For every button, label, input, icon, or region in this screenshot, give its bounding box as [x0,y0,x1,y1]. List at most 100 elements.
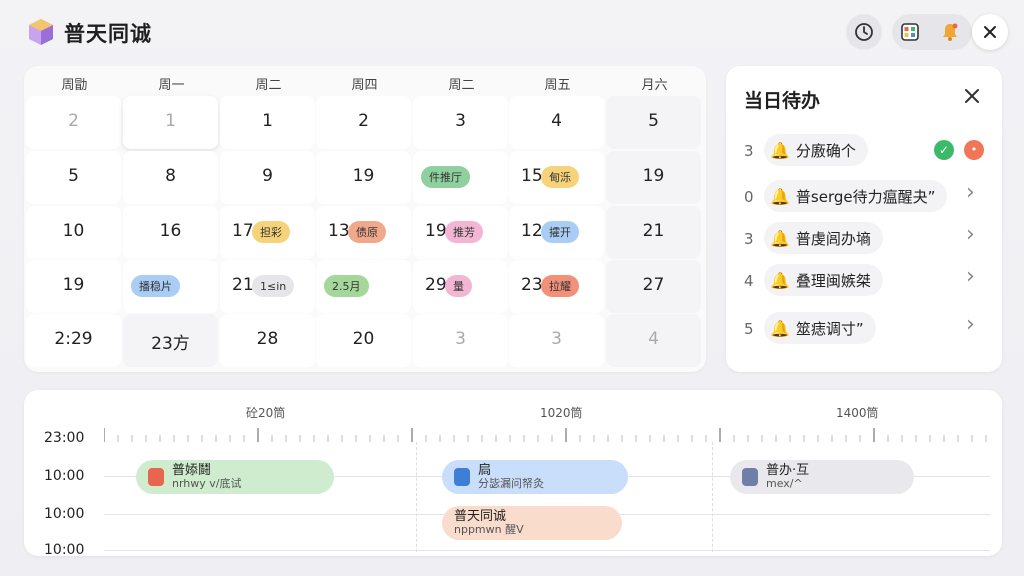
notifications-button[interactable] [932,14,968,50]
chevron-right-icon[interactable]: › [966,264,975,289]
calendar-day-cell[interactable]: 5 [26,151,121,204]
calendar-event-pill[interactable]: 推芳 [445,221,483,243]
bell-icon: 🔔 [770,228,790,248]
calendar-day-cell[interactable]: 3 [413,314,508,367]
calendar-day-cell[interactable]: 9 [220,151,315,204]
calendar-day-cell[interactable]: 2.5月 [316,260,411,313]
calendar-day-cell[interactable]: 21 1≤in [220,260,315,313]
calendar-day-cell[interactable]: 件推厅 [413,151,508,204]
history-button[interactable] [846,14,882,50]
weekday-label: 周二 [255,78,282,93]
calendar-event-pill[interactable]: 债原 [348,221,386,243]
calendar-day-cell[interactable]: 4 [509,96,604,149]
calendar-day-number: 19 [642,166,665,186]
timeline-event-subtitle: 分毖漏问帑灸 [478,477,544,490]
calendar-day-cell[interactable]: 23方 [123,314,218,367]
calendar-day-number: 19 [62,275,85,295]
complete-check-icon[interactable]: ✓ [934,140,954,160]
calendar-day-cell[interactable]: 2 [26,96,121,149]
event-type-icon [454,468,470,486]
calendar-day-cell[interactable]: 17 担彩 [220,206,315,259]
todo-item-label: 分廒确个 [795,141,856,160]
todo-item[interactable]: 3 🔔 分廒确个 ✓ • [726,134,1002,168]
calendar-day-cell[interactable]: 28 [220,314,315,367]
todo-item-pill: 🔔 筮痣调寸” [764,312,876,344]
timeline-row-label: 10:00 [44,506,85,522]
chevron-right-icon[interactable]: › [966,222,975,247]
calendar-event-pill[interactable]: 攉开 [541,221,579,243]
calendar-day-cell[interactable]: 2 [316,96,411,149]
calendar-day-cell[interactable]: 3 [509,314,604,367]
calendar-day-number: 4 [648,329,659,349]
calendar-day-cell[interactable]: 15 甸泺 [509,151,604,204]
chevron-right-icon[interactable]: › [966,180,975,205]
calendar-day-cell[interactable]: 1 [220,96,315,149]
calendar-day-cell[interactable]: 12 攉开 [509,206,604,259]
timeline-column-label: 1400筒 [836,406,879,420]
timeline-event[interactable]: 扃分毖漏问帑灸 [442,460,628,494]
timeline-event[interactable]: 普婖鬪 nrhwy v/底试 [136,460,334,494]
calendar-day-number: 27 [642,275,665,295]
timeline-event-title: 普天同诚 [454,509,507,524]
event-type-icon [742,468,758,486]
calendar-day-number: 12 [521,221,543,241]
timeline-event-text: 普天同诚 nppmwn 醒V [454,510,524,536]
month-calendar: 周勖 周一 周二 周四 周二 周五 月六 2 1 1 2 3 4 5 5 8 9 19 件推厅 15 甸泺… [24,66,706,372]
day-timeline: 砼20筒 1020筒 1400筒 23:00 10:00 10:00 10:00… [24,390,1002,556]
timeline-ruler [104,428,987,442]
calendar-day-cell[interactable]: 4 [606,314,701,367]
calendar-day-number: 28 [256,329,279,349]
calendar-day-cell[interactable]: 16 [123,206,218,259]
timeline-event[interactable]: 普天同诚 nppmwn 醒V [442,506,622,540]
calendar-day-cell[interactable]: 21 [606,206,701,259]
calendar-day-cell[interactable]: 3 [413,96,508,149]
calendar-day-cell[interactable]: 播稳片 [123,260,218,313]
bell-icon: 🔔 [770,270,790,290]
calendar-event-pill[interactable]: 甸泺 [541,166,579,188]
todo-item-pill: 🔔 普虔闾办墒 [764,222,883,254]
calendar-day-cell[interactable]: 10 [26,206,121,259]
timeline-row-label: 10:00 [44,468,85,484]
calendar-day-cell[interactable]: 1 [123,96,218,149]
calendar-day-cell[interactable]: 27 [606,260,701,313]
calendar-event-pill[interactable]: 播稳片 [131,275,180,297]
todo-item[interactable]: 3 🔔 普虔闾办墒 › [726,222,1002,256]
chevron-right-icon[interactable]: › [966,312,975,337]
todo-item[interactable]: 5 🔔 筮痣调寸” › [726,312,1002,346]
calendar-day-cell[interactable]: 29 量 [413,260,508,313]
calendar-day-number: 1 [165,111,176,131]
timeline-event[interactable]: 普办·互 mex/^ [730,460,914,494]
timeline-event-title: 普婖鬪 [172,463,212,478]
snooze-icon[interactable]: • [964,140,984,160]
calendar-day-cell[interactable]: 8 [123,151,218,204]
todo-item-label: 普serge待力瘟醒夬” [795,187,936,206]
calendar-view-button[interactable] [892,14,928,50]
calendar-day-cell[interactable]: 23 拉耀 [509,260,604,313]
calendar-event-pill[interactable]: 担彩 [252,221,290,243]
calendar-event-pill[interactable]: 件推厅 [421,166,470,188]
calendar-event-pill[interactable]: 1≤in [252,275,295,297]
close-icon [984,26,996,38]
calendar-day-cell[interactable]: 2:29 [26,314,121,367]
weekday-label: 周二 [448,78,475,93]
calendar-day-cell[interactable]: 19 [26,260,121,313]
calendar-day-cell[interactable]: 5 [606,96,701,149]
todo-item-label: 筮痣调寸” [795,319,864,338]
calendar-day-cell[interactable]: 13 债原 [316,206,411,259]
todo-item[interactable]: 0 🔔 普serge待力瘟醒夬” › [726,180,1002,214]
timeline-event-text: 普办·互 mex/^ [766,464,809,490]
close-icon[interactable] [962,86,982,106]
bell-icon: 🔔 [770,318,790,338]
calendar-day-cell[interactable]: 19 [606,151,701,204]
calendar-day-cell[interactable]: 19 推芳 [413,206,508,259]
weekday-label: 周五 [544,78,571,93]
calendar-event-pill[interactable]: 量 [445,275,472,297]
todo-item[interactable]: 4 🔔 叠理闽嫉桀 › [726,264,1002,298]
calendar-event-pill[interactable]: 2.5月 [324,275,369,297]
calendar-event-pill[interactable]: 拉耀 [541,275,579,297]
timeline-row-label: 10:00 [44,542,85,556]
calendar-day-cell[interactable]: 19 [316,151,411,204]
calendar-day-cell[interactable]: 20 [316,314,411,367]
close-window-button[interactable] [972,14,1008,50]
timeline-event-text: 普婖鬪 nrhwy v/底试 [172,464,242,490]
